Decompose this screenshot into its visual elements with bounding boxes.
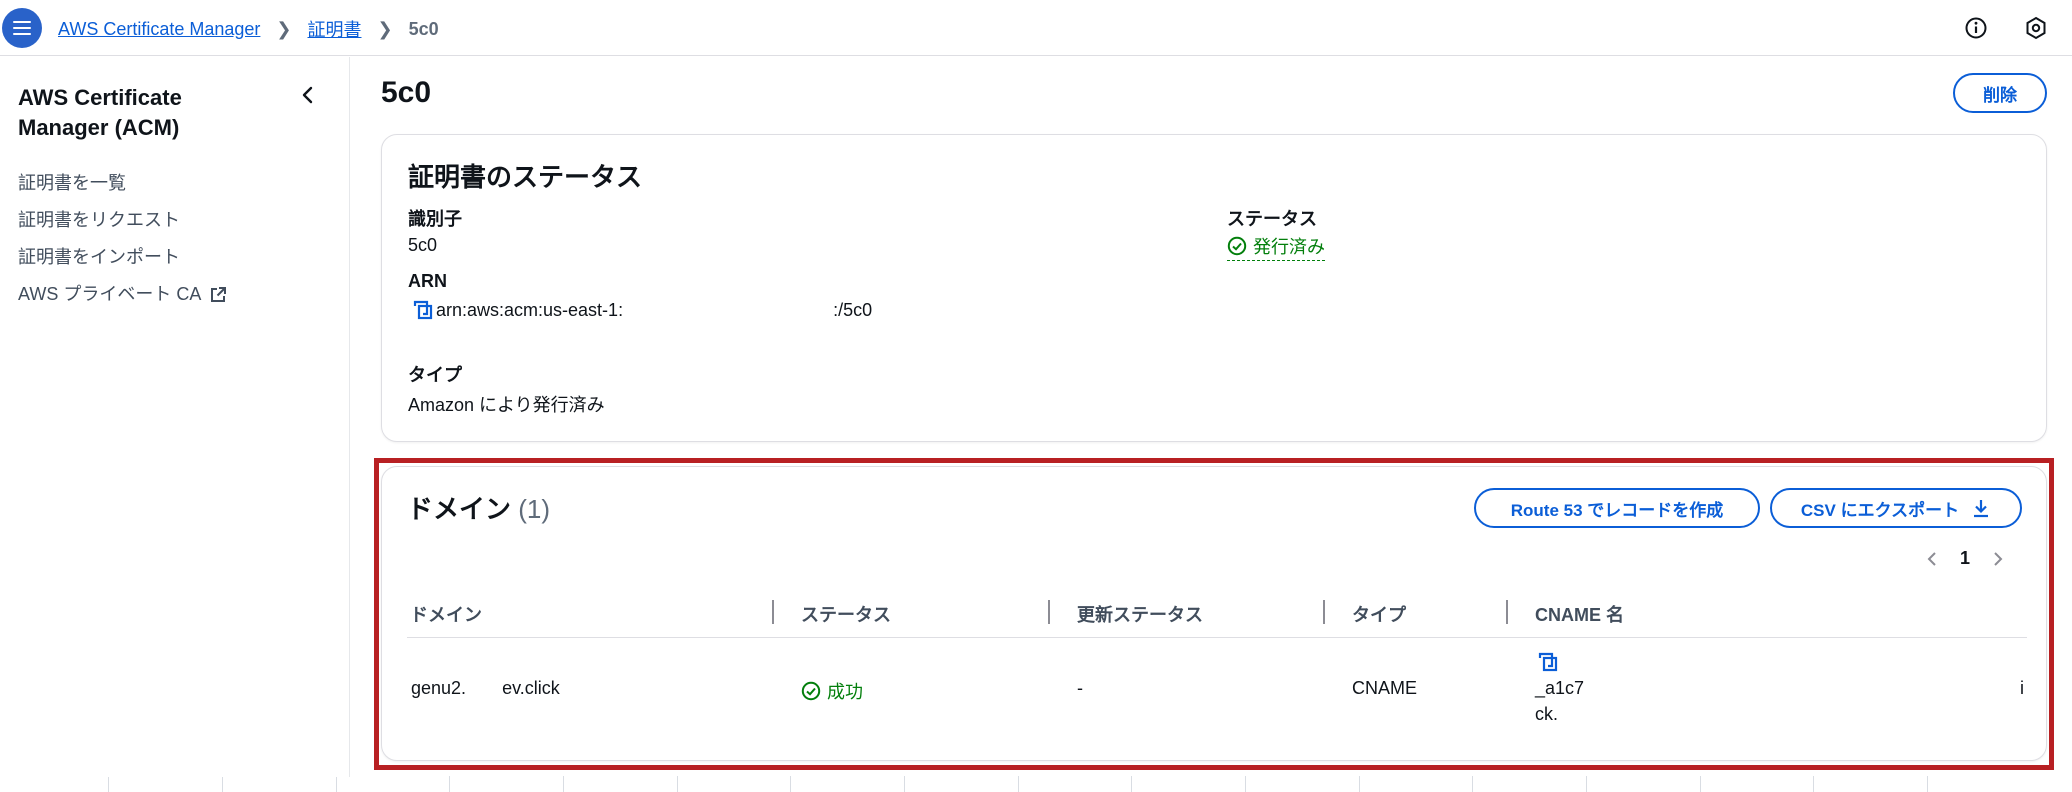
breadcrumb-certificates-link[interactable]: 証明書	[308, 16, 362, 42]
sidebar-item-label: AWS プライベート CA	[18, 284, 202, 304]
column-header-cname-name[interactable]: CNAME 名	[1535, 601, 1624, 627]
renewal-status-cell: -	[1077, 678, 1083, 698]
panel-heading: 証明書のステータス	[408, 162, 643, 192]
header-divider	[407, 637, 2027, 638]
export-csv-button[interactable]: CSV にエクスポート	[1770, 488, 2022, 528]
external-link-icon	[211, 286, 227, 302]
domain-status-text: 成功	[827, 682, 863, 702]
info-icon[interactable]	[1964, 16, 1988, 40]
breadcrumb-acm-link[interactable]: AWS Certificate Manager	[58, 19, 260, 40]
bottom-grid-ticks	[0, 776, 2072, 792]
sidebar: AWS Certificate Manager (ACM) 証明書を一覧 証明書…	[0, 57, 350, 777]
menu-icon	[13, 21, 31, 35]
domains-heading: ドメイン	[407, 494, 512, 524]
column-resizer[interactable]	[772, 600, 774, 624]
cname-value-cell: i	[2020, 678, 2024, 698]
status-text: 発行済み	[1253, 237, 1325, 257]
chevron-left-icon[interactable]	[296, 83, 320, 107]
status-label: ステータス	[1227, 209, 1317, 229]
domains-count: (1)	[518, 494, 551, 524]
export-csv-label: CSV にエクスポート	[1800, 500, 1960, 520]
cname-name-line2: ck.	[1535, 704, 1559, 724]
sidebar-item-list-certificates[interactable]: 証明書を一覧	[18, 165, 227, 202]
chevron-right-icon: ❯	[377, 18, 393, 39]
breadcrumb: AWS Certificate Manager ❯ 証明書 ❯ 5c0	[58, 16, 439, 42]
column-header-status[interactable]: ステータス	[801, 601, 891, 627]
domain-cell: genu2. ev.click	[411, 678, 560, 699]
arn-value-suffix: :/5c0	[833, 299, 873, 320]
page-number[interactable]: 1	[1960, 548, 1970, 569]
status-value[interactable]: 発行済み	[1227, 233, 1325, 261]
column-header-type[interactable]: タイプ	[1352, 601, 1406, 627]
breadcrumb-current: 5c0	[408, 18, 439, 39]
delete-button[interactable]: 削除	[1953, 73, 2047, 113]
column-resizer[interactable]	[1323, 600, 1325, 624]
page-title: 5c0	[381, 76, 432, 109]
column-header-domain[interactable]: ドメイン	[410, 601, 482, 627]
column-resizer[interactable]	[1506, 600, 1508, 624]
menu-button[interactable]	[2, 8, 42, 48]
column-resizer[interactable]	[1048, 600, 1050, 624]
type-label: タイプ	[408, 365, 462, 385]
column-header-renewal-status[interactable]: 更新ステータス	[1077, 601, 1203, 627]
arn-row: arn:aws:acm:us-east-1: :/5c0	[412, 299, 872, 321]
sidebar-nav: 証明書を一覧 証明書をリクエスト 証明書をインポート AWS プライベート CA	[18, 165, 227, 313]
chevron-right-icon[interactable]	[1988, 549, 2008, 569]
cname-name-line1: _a1c7	[1535, 678, 1585, 698]
sidebar-title: AWS Certificate Manager (ACM)	[18, 85, 182, 140]
domain-name: genu2.	[411, 678, 467, 698]
top-navigation: AWS Certificate Manager ❯ 証明書 ❯ 5c0	[0, 0, 2072, 56]
panel-heading: ドメイン (1)	[407, 489, 550, 526]
domain-status-cell: 成功	[801, 678, 863, 704]
settings-icon[interactable]	[2024, 16, 2048, 40]
copy-icon[interactable]	[1537, 651, 1559, 673]
check-circle-icon	[1227, 236, 1247, 256]
identifier-label: 識別子	[408, 209, 462, 229]
copy-icon[interactable]	[412, 299, 434, 321]
certificate-status-panel: 証明書のステータス 識別子 5c0 ステータス 発行済み ARN arn:aws…	[381, 134, 2047, 442]
type-value: Amazon により発行済み	[408, 395, 605, 415]
domain-name-suffix: ev.click	[502, 678, 560, 698]
chevron-right-icon: ❯	[276, 18, 292, 39]
pagination: 1	[1922, 548, 2008, 569]
type-cell: CNAME	[1352, 678, 1418, 698]
chevron-left-icon[interactable]	[1922, 549, 1942, 569]
identifier-value: 5c0	[408, 235, 438, 255]
arn-value: arn:aws:acm:us-east-1:	[436, 299, 624, 320]
sidebar-item-request-certificate[interactable]: 証明書をリクエスト	[18, 202, 227, 239]
arn-label: ARN	[408, 271, 447, 291]
check-circle-icon	[801, 681, 821, 701]
create-route53-records-button[interactable]: Route 53 でレコードを作成	[1474, 488, 1760, 528]
sidebar-item-import-certificate[interactable]: 証明書をインポート	[18, 239, 227, 276]
domains-panel: ドメイン (1) Route 53 でレコードを作成 CSV にエクスポート 1…	[381, 466, 2047, 761]
download-icon	[1974, 500, 1989, 518]
sidebar-item-private-ca[interactable]: AWS プライベート CA	[18, 276, 227, 313]
